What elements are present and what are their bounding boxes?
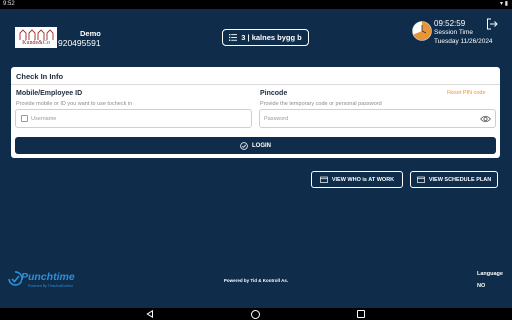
pincode-label: Pincode <box>260 90 288 97</box>
language-label: Language <box>477 271 503 277</box>
remember-checkbox[interactable] <box>21 115 28 122</box>
brand-subtitle: Powered By TimeAndControl <box>28 284 73 288</box>
recent-apps-icon[interactable] <box>357 310 365 318</box>
company-name: Demo <box>80 29 101 38</box>
password-input[interactable] <box>264 113 476 125</box>
pincode-help: Provide the temporary code or personal p… <box>260 101 382 107</box>
clock-icon <box>412 21 432 41</box>
company-number: 920495591 <box>58 38 101 48</box>
login-button[interactable]: LOGIN <box>15 137 496 154</box>
list-icon <box>229 34 238 41</box>
session-date: Tuesday 11/26/2024 <box>434 38 493 45</box>
project-label: 3 | kalnes bygg b <box>241 33 302 42</box>
login-label: LOGIN <box>252 142 271 149</box>
reset-pin-link[interactable]: Reset PIN code <box>447 90 486 96</box>
card-divider <box>11 84 500 85</box>
project-selector-button[interactable]: 3 | kalnes bygg b <box>222 29 309 46</box>
check-circle-icon <box>240 141 248 150</box>
view-schedule-plan-button[interactable]: VIEW SCHEDULE PLAN <box>410 171 498 188</box>
view-who-at-work-button[interactable]: VIEW WHO is AT WORK <box>311 171 403 188</box>
logout-icon[interactable] <box>486 18 498 30</box>
system-nav-bar <box>0 308 512 320</box>
language-selector[interactable]: NO <box>477 283 485 289</box>
status-time: 9:52 <box>3 1 15 7</box>
wifi-icon: ▾ <box>500 1 504 7</box>
username-field <box>15 109 252 128</box>
view-schedule-label: VIEW SCHEDULE PLAN <box>428 176 492 183</box>
checkin-card: Check In Info Mobile/Employee ID Provide… <box>11 67 500 158</box>
mobile-label: Mobile/Employee ID <box>16 90 83 97</box>
status-bar: 9:52 ▾ ▮ <box>0 0 512 9</box>
username-input[interactable] <box>31 113 249 125</box>
logo-text: Kunde&Co <box>22 40 50 46</box>
back-icon[interactable] <box>146 310 154 318</box>
home-icon[interactable] <box>251 310 260 319</box>
password-field <box>259 109 496 128</box>
calendar-icon <box>319 176 328 183</box>
session-time-label: Session Time <box>434 29 474 36</box>
status-icons: ▾ ▮ <box>500 0 508 9</box>
eye-icon[interactable] <box>480 114 491 124</box>
session-clock-time: 09:52:59 <box>434 19 466 28</box>
powered-by-text: Powered by Tid & Kontroll As. <box>223 278 289 283</box>
view-who-label: VIEW WHO is AT WORK <box>331 176 395 183</box>
company-logo: Kunde&Co <box>15 27 57 48</box>
mobile-help: Provide mobile or ID you want to use toc… <box>16 101 133 107</box>
checkin-title: Check In Info <box>16 72 64 81</box>
battery-icon: ▮ <box>504 1 508 7</box>
calendar-icon <box>416 176 425 183</box>
